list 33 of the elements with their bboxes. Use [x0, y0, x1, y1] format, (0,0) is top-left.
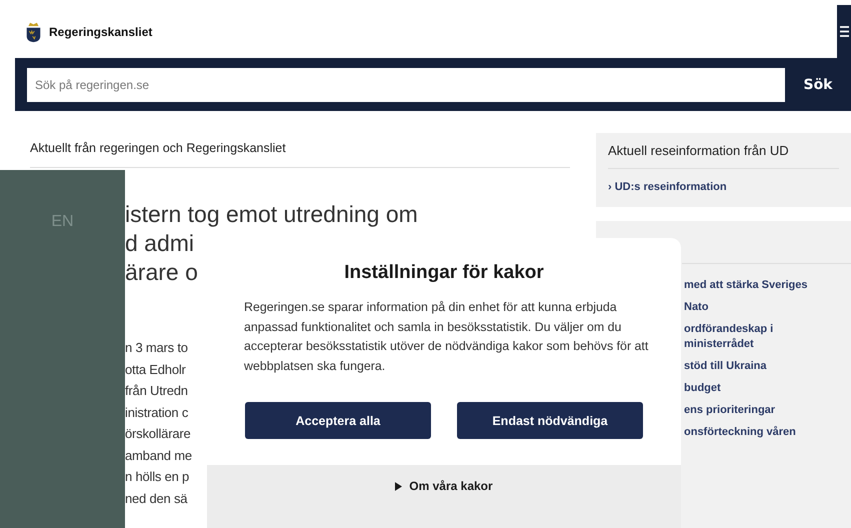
triangle-icon	[395, 482, 402, 490]
article-text-line: n 3 mars to	[125, 339, 188, 357]
details-toggle[interactable]: Om våra kakor	[389, 475, 499, 497]
cookie-button[interactable]: Acceptera alla	[245, 402, 431, 439]
dialog-text: Regeringen.se sparar information på din enhet för att kunna erbjuda anpassad funktionalitet och samla in besöksstatistik. Du väljer om du accepterar besöksstatistik utöver de nödvändiga kakor som behövs för att webbplatsen ska fungera.	[244, 299, 650, 375]
sidebar-link[interactable]: med att stärka Sveriges	[684, 278, 808, 293]
sidebar-link[interactable]: ordförandeskap i ministerrådet	[684, 322, 774, 352]
article-text-line: otta Edholr	[125, 360, 186, 378]
article-text-line: n hölls en p	[125, 468, 190, 486]
sidebar-link[interactable]: Nato	[684, 300, 708, 315]
section-heading: Aktuellt från regeringen och Regeringskansliet	[30, 133, 570, 168]
sidebar-link[interactable]: onsförteckning våren	[684, 425, 796, 440]
article-text-line: från Utredn	[125, 382, 188, 400]
article-text-line: ned den sä	[125, 490, 188, 508]
article-text-line: örskollärare	[125, 425, 191, 443]
sidebar-link[interactable]: budget	[684, 381, 721, 396]
travel-info-link[interactable]: › UD:s reseinformation	[608, 181, 839, 193]
search-button[interactable]: Sök	[785, 58, 851, 111]
article-text-line: amband me	[125, 446, 192, 464]
sidebar-link[interactable]: stöd till Ukraina	[684, 359, 767, 374]
headline-line: ärare o	[125, 258, 198, 287]
menu-button[interactable]	[837, 5, 851, 58]
site-logo-text[interactable]: Regeringskansliet	[49, 24, 152, 38]
menu-icon[interactable]	[840, 26, 848, 37]
headline-line: d admi	[125, 229, 194, 258]
sidebar-link[interactable]: ens prioriteringar	[684, 403, 776, 418]
search-field[interactable]: Sök på regeringen.se	[27, 68, 785, 102]
cookie-button[interactable]: Endast nödvändiga	[457, 402, 643, 439]
box-heading: Aktuell reseinformation från UD	[608, 143, 839, 169]
headline-line: istern tog emot utredning om	[125, 200, 418, 229]
crest-logo-icon	[25, 20, 42, 42]
article-text-line: inistration c	[125, 404, 188, 422]
dialog-title: Inställningar för kakor	[343, 262, 545, 284]
